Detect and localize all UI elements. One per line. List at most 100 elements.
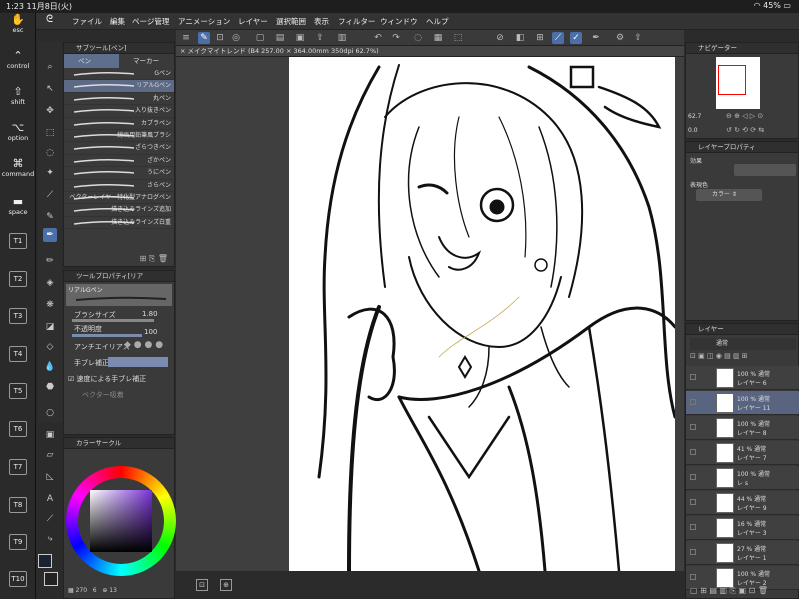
correct-line-tool-icon[interactable]: ⤷ (43, 532, 57, 546)
subtool-brush-item[interactable]: 描き込みラインズ追加 (64, 204, 174, 217)
share-icon[interactable]: ⇪ (632, 32, 644, 44)
layer-visibility-toggle[interactable] (690, 399, 696, 405)
eraser-tool-icon[interactable]: ◇ (43, 340, 57, 354)
option-key[interactable]: ⌥ option (0, 121, 36, 142)
snap-icon[interactable]: ◎ (230, 32, 242, 44)
gradient-tool-icon[interactable]: ▣ (43, 428, 57, 442)
menu-help[interactable]: ヘルプ (426, 16, 449, 27)
blend-tool-icon[interactable]: 💧 (43, 360, 57, 374)
layer-row[interactable]: 100 % 通常 レイヤー 11 (686, 391, 799, 415)
undo-icon[interactable]: ↶ (372, 32, 384, 44)
clear-icon[interactable]: ◌ (412, 32, 424, 44)
rotate-controls[interactable]: ↺ ↻ ⟲ ⟳ ⇆ (726, 126, 764, 134)
menu-window[interactable]: ウィンドウ (380, 16, 418, 27)
tab-marker[interactable]: マーカー (119, 54, 174, 68)
subtool-brush-item[interactable]: 線画用鉛筆風ブラシ (64, 130, 174, 143)
fill-selection-icon[interactable]: ▦ (432, 32, 444, 44)
figure-tool-icon[interactable]: ○ (43, 406, 57, 420)
layer-visibility-toggle[interactable] (690, 549, 696, 555)
saturation-square[interactable] (90, 490, 152, 552)
layer-visibility-toggle[interactable] (690, 499, 696, 505)
transform-icon[interactable]: ⬚ (452, 32, 464, 44)
document-tab[interactable]: × メイクマイトレンド (B4 257.00 × 364.00mm 350dpi… (176, 46, 684, 57)
export-icon[interactable]: ⇪ (314, 32, 326, 44)
subtool-brush-item[interactable]: ざらつきペン (64, 142, 174, 155)
decoration-tool-icon[interactable]: ❋ (43, 298, 57, 312)
subtool-brush-item[interactable]: うにペン (64, 167, 174, 180)
auto-select-tool-icon[interactable]: ✦ (43, 166, 57, 180)
menu-edit[interactable]: 編集 (110, 16, 125, 27)
layer-row[interactable]: 27 % 通常 レイヤー 1 (686, 541, 799, 565)
redo-icon[interactable]: ↷ (390, 32, 402, 44)
t3-key[interactable]: T3 (9, 308, 27, 324)
stabilize-row[interactable]: 手ブレ補正 (64, 356, 174, 370)
vector-snap-row[interactable]: ベクター吸着 (64, 388, 174, 402)
layer-visibility-toggle[interactable] (690, 524, 696, 530)
delete-icon[interactable]: ▥ (336, 32, 348, 44)
menu-filter[interactable]: フィルター (338, 16, 375, 27)
rotate-view-icon[interactable]: ⊕ (220, 579, 232, 591)
t4-key[interactable]: T4 (9, 346, 27, 362)
esc-key[interactable]: ✋ esc (0, 13, 36, 34)
fill-tool-icon[interactable]: ⬣ (43, 380, 57, 394)
new-file-icon[interactable]: ▢ (254, 32, 266, 44)
subtool-brush-item[interactable]: カブラペン (64, 118, 174, 130)
t7-key[interactable]: T7 (9, 459, 27, 475)
stroke-curve-icon[interactable]: ⟋ (552, 32, 564, 44)
control-key[interactable]: ⌃ control (0, 49, 36, 70)
tab-pen[interactable]: ペン (64, 54, 119, 68)
frame-tool-icon[interactable]: ▱ (43, 448, 57, 462)
layer-row[interactable]: 100 % 通常レ s (686, 466, 799, 490)
drawing-canvas[interactable] (289, 57, 675, 571)
subtool-brush-item[interactable]: さらペン (64, 180, 174, 192)
menu-view[interactable]: 表示 (314, 16, 329, 27)
layer-visibility-toggle[interactable] (690, 449, 696, 455)
fill-bucket-icon[interactable]: ◪ (43, 320, 57, 334)
app-logo-icon[interactable]: ᘓ (46, 14, 53, 25)
layer-visibility-toggle[interactable] (690, 374, 696, 380)
space-key[interactable]: ▬ space (0, 195, 36, 216)
menu-selection[interactable]: 選択範囲 (276, 16, 306, 27)
airbrush-tool-icon[interactable]: ◈ (43, 276, 57, 290)
save-icon[interactable]: ▣ (294, 32, 306, 44)
t6-key[interactable]: T6 (9, 421, 27, 437)
t8-key[interactable]: T8 (9, 497, 27, 513)
move-layer-tool-icon[interactable]: ✥ (43, 104, 57, 118)
pencil-tool-icon[interactable]: ✏ (43, 254, 57, 268)
antialias-row[interactable]: アンチエイリアス ◆ ● ● ● (64, 340, 174, 354)
main-sub-color[interactable] (36, 550, 62, 599)
t10-key[interactable]: T10 (9, 571, 27, 587)
menu-file[interactable]: ファイル (72, 16, 102, 27)
layer-row[interactable]: 16 % 通常 レイヤー 3 (686, 516, 799, 540)
balloon-tool-icon[interactable]: ⟋ (43, 512, 57, 526)
subtool-brush-item[interactable]: ベクターレイヤー特化型アナログペン (64, 192, 174, 205)
subtool-brush-item[interactable]: 入り抜きペン (64, 105, 174, 118)
text-tool-icon[interactable]: A (43, 492, 57, 506)
sub-color-swatch[interactable] (44, 572, 58, 586)
lasso-tool-icon[interactable]: ◌ (43, 146, 57, 160)
subtool-footer-icons[interactable]: ⊞ ⎘ 🗑 (140, 254, 168, 264)
zoom-controls[interactable]: ⊖ ⊕ ◁ ▷ ⊙ (726, 112, 763, 120)
angle-value[interactable]: 0.0 (688, 127, 698, 134)
open-file-icon[interactable]: ▤ (274, 32, 286, 44)
eyedropper-tool-icon[interactable]: ⟋ (43, 188, 57, 202)
menu-animation[interactable]: アニメーション (178, 16, 230, 27)
blend-mode-select[interactable]: 通常 (690, 338, 796, 350)
t5-key[interactable]: T5 (9, 383, 27, 399)
layer-visibility-toggle[interactable] (690, 574, 696, 580)
pen-tool-icon[interactable]: ✒ (43, 228, 57, 242)
layer-row[interactable]: 100 % 通常 レイヤー 8 (686, 416, 799, 440)
t1-key[interactable]: T1 (9, 233, 27, 249)
navigator-thumbnail[interactable] (716, 57, 760, 109)
stroke-icon[interactable]: ✓ (570, 32, 582, 44)
subtool-brush-item[interactable]: 描き込みラインズ白重 (64, 217, 174, 230)
selection-tool-icon[interactable]: ⬚ (43, 126, 57, 140)
opacity-row[interactable]: 不透明度 100 (64, 322, 174, 337)
subtool-brush-item[interactable]: Gペン (64, 68, 174, 81)
effect-buttons[interactable] (734, 164, 796, 176)
layer-footer-icons[interactable]: ▢ ⊞ ▤ ▥ ⎘ ▣ ⊡ 🗑 (690, 586, 768, 596)
layer-tool-icons[interactable]: ⊡ ▣ ◫ ◉ ▤ ▥ ⊞ (690, 352, 748, 360)
zoom-value[interactable]: 62.7 (688, 113, 701, 120)
zoom-tool-icon[interactable]: ⌕ (43, 60, 57, 74)
menu-hamburger-icon[interactable]: ≡ (180, 32, 192, 44)
